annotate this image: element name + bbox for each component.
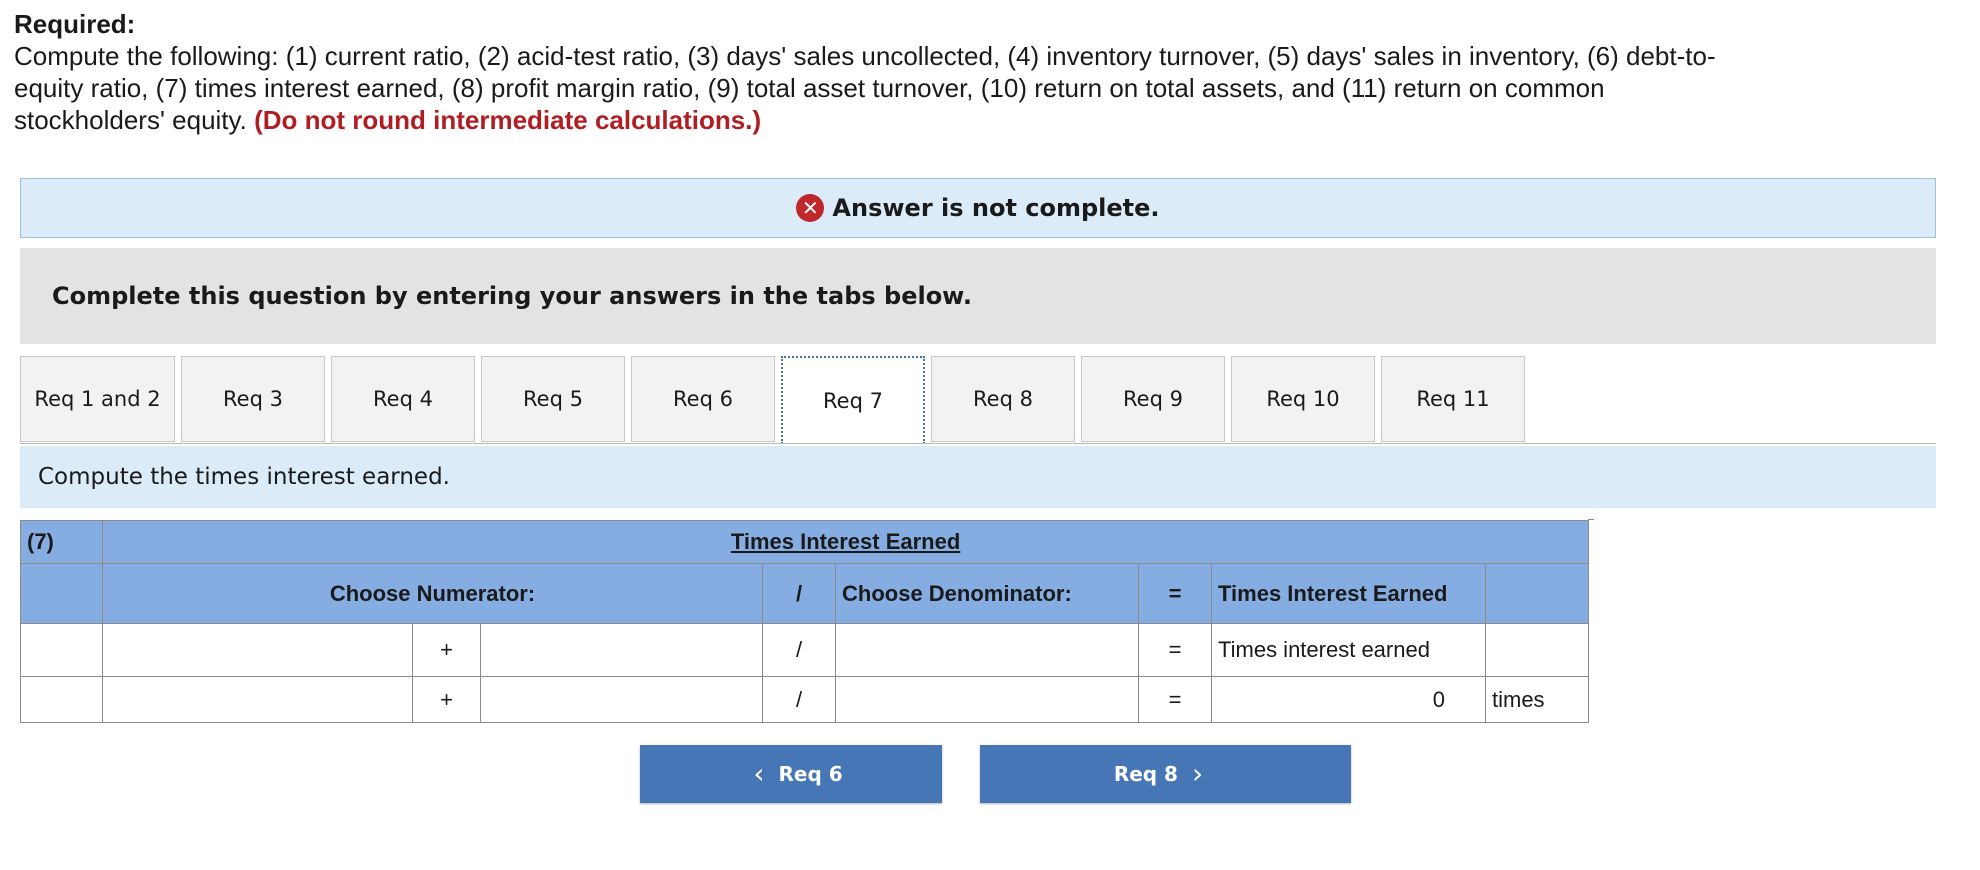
rounding-warning: (Do not round intermediate calculations.… (254, 105, 762, 135)
result-value: 0 (1211, 676, 1486, 723)
question-prompt-text: Compute the times interest earned. (38, 464, 450, 490)
req-number: (7) (20, 520, 103, 564)
result-unit: times (1484, 676, 1590, 723)
table-row: + / = 0 times (20, 676, 1590, 723)
numerator-header: Choose Numerator: (102, 563, 763, 624)
prev-req-button[interactable]: ‹ Req 6 (640, 745, 942, 803)
tab-label: Req 11 (1416, 387, 1490, 411)
next-req-label: Req 8 (1113, 762, 1178, 786)
table-row: + / = Times interest earned (20, 623, 1590, 677)
times-interest-earned-table: (7) Times Interest Earned Choose Numerat… (20, 520, 1590, 723)
tab-label: Req 1 and 2 (34, 387, 161, 411)
answer-status-banner: ✕ Answer is not complete. (20, 178, 1936, 238)
tab-label: Req 10 (1266, 387, 1340, 411)
tab-label: Req 3 (223, 387, 283, 411)
tab-label: Req 5 (523, 387, 583, 411)
numerator-input-2[interactable] (480, 676, 763, 723)
denominator-input[interactable] (835, 676, 1139, 723)
numerator-select-1[interactable] (102, 623, 413, 677)
plus-sign: + (412, 676, 481, 723)
equals-sign: = (1138, 676, 1212, 723)
numerator-select-2[interactable] (480, 623, 763, 677)
row-unit-blank (1484, 623, 1590, 677)
tab-req-10[interactable]: Req 10 (1231, 356, 1375, 442)
tab-label: Req 6 (673, 387, 733, 411)
tab-req-9[interactable]: Req 9 (1081, 356, 1225, 442)
denominator-header: Choose Denominator: (835, 563, 1139, 624)
chevron-right-icon: › (1191, 757, 1204, 790)
question-prompt: Compute the times interest earned. (20, 446, 1936, 508)
result-header: Times Interest Earned (1211, 563, 1486, 624)
row-blank (20, 676, 103, 723)
tab-req-1-and-2[interactable]: Req 1 and 2 (20, 356, 175, 442)
plus-sign: + (412, 623, 481, 677)
tab-label: Req 9 (1123, 387, 1183, 411)
tab-req-11[interactable]: Req 11 (1381, 356, 1525, 442)
tab-req-3[interactable]: Req 3 (181, 356, 325, 442)
tab-req-4[interactable]: Req 4 (331, 356, 475, 442)
required-section: Required: Compute the following: (1) cur… (14, 8, 1754, 136)
numerator-input-1[interactable] (102, 676, 413, 723)
denominator-select[interactable] (835, 623, 1139, 677)
prev-req-label: Req 6 (778, 762, 843, 786)
tab-req-8[interactable]: Req 8 (931, 356, 1075, 442)
header-blank (20, 563, 103, 624)
row-blank (20, 623, 103, 677)
tab-req-5[interactable]: Req 5 (481, 356, 625, 442)
instruction-panel: Complete this question by entering your … (20, 248, 1936, 344)
tab-req-7[interactable]: Req 7 (781, 356, 925, 444)
table-header-row: Choose Numerator: / Choose Denominator: … (20, 563, 1590, 624)
tab-label: Req 7 (823, 389, 883, 413)
answer-status-text: Answer is not complete. (832, 194, 1160, 222)
instruction-text: Complete this question by entering your … (52, 282, 972, 310)
result-label: Times interest earned (1211, 623, 1486, 677)
equals-sign: = (1138, 623, 1212, 677)
chevron-left-icon: ‹ (753, 757, 765, 790)
table-title-row: (7) Times Interest Earned (20, 520, 1590, 564)
table-title-cell: Times Interest Earned (101, 520, 1590, 564)
close-icon: ✕ (796, 194, 825, 222)
tab-label: Req 8 (973, 387, 1033, 411)
table-title: Times Interest Earned (730, 529, 961, 554)
req-tabs: Req 1 and 2 Req 3 Req 4 Req 5 Req 6 Req … (20, 356, 1531, 444)
divide-header: / (762, 563, 836, 624)
equals-header: = (1138, 563, 1212, 624)
divide-sign: / (762, 623, 836, 677)
tabs-divider (20, 443, 1936, 444)
next-req-button[interactable]: Req 8 › (980, 745, 1351, 803)
header-unit-blank (1484, 563, 1590, 624)
required-heading: Required: (14, 9, 136, 39)
divide-sign: / (762, 676, 836, 723)
tab-req-6[interactable]: Req 6 (631, 356, 775, 442)
tab-label: Req 4 (373, 387, 433, 411)
